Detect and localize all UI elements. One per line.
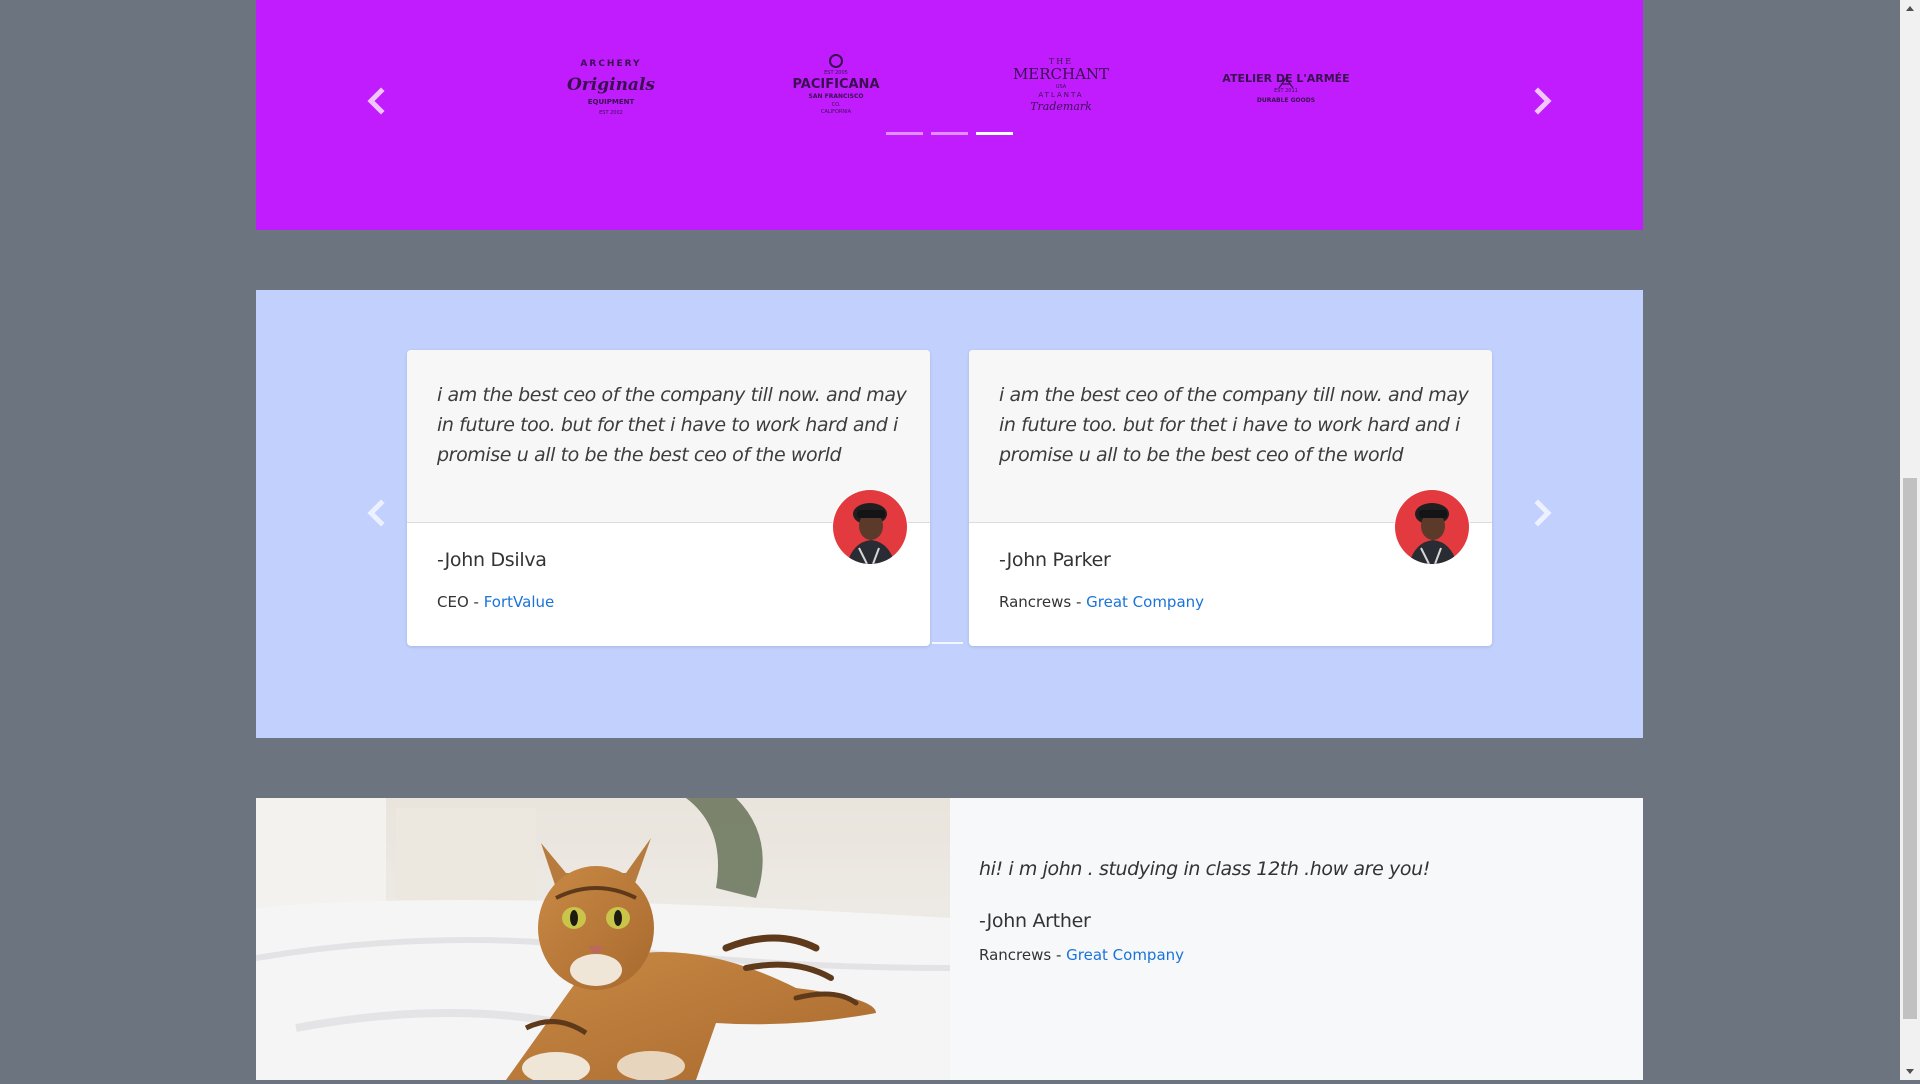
feature-author-name: -John Arther [979, 910, 1091, 932]
logo-carousel-prev-button[interactable] [357, 81, 397, 121]
logo-atelier-de-larmee[interactable]: ATELIER DE L'ARMÉE EST 2011 DURABLE GOOD… [1221, 52, 1351, 122]
chevron-left-icon [367, 87, 385, 115]
archery-originals-logo: ARCHERY Originals EQUIPMENT EST 2002 [567, 59, 655, 116]
company-link[interactable]: Great Company [1066, 946, 1184, 964]
testimonial-author-role: CEO - FortValue [437, 593, 554, 611]
testimonial-prev-button[interactable] [357, 493, 397, 533]
logo-text: EST 2011 [1274, 88, 1298, 94]
logo-text: USA [1056, 84, 1067, 90]
avatar [832, 489, 908, 565]
logo-archery-originals[interactable]: ARCHERY Originals EQUIPMENT EST 2002 [546, 52, 676, 122]
logo-text: Originals [567, 75, 655, 95]
chevron-right-icon [1534, 499, 1552, 527]
carousel-indicator-2[interactable] [931, 132, 968, 135]
person-avatar-icon [833, 490, 907, 564]
logo-text: ATLANTA [1038, 91, 1083, 99]
role-text: Rancrews [979, 946, 1052, 964]
testimonial-card: i am the best ceo of the company till no… [969, 350, 1492, 646]
logo-text: PACIFICANA [792, 77, 879, 92]
logo-text: EST 2005 [824, 70, 848, 76]
logo-text: EQUIPMENT [588, 98, 635, 106]
testimonial-author-role: Rancrews - Great Company [999, 593, 1204, 611]
logo-text: Trademark [1030, 100, 1092, 113]
the-merchant-logo: THE MERCHANT USA ATLANTA Trademark [1013, 57, 1109, 113]
carousel-indicator-1[interactable] [886, 132, 923, 135]
role-text: CEO [437, 593, 469, 611]
logo-text: ARCHERY [580, 59, 641, 69]
testimonial-next-button[interactable] [1522, 493, 1562, 533]
logo-text: DURABLE GOODS [1257, 97, 1315, 104]
scroll-up-arrow[interactable] [1900, 0, 1920, 17]
scroll-down-arrow[interactable] [1900, 1063, 1920, 1080]
chevron-right-icon [1534, 87, 1552, 115]
testimonial-quote: i am the best ceo of the company till no… [999, 384, 1469, 466]
person-avatar-icon [1395, 490, 1469, 564]
carousel-indicator[interactable] [932, 642, 963, 644]
feature-author-role: Rancrews - Great Company [979, 946, 1430, 964]
logo-text: EST 2002 [599, 110, 623, 116]
feature-quote: hi! i m john . studying in class 12th .h… [979, 858, 1430, 880]
feature-testimonial-text: hi! i m john . studying in class 12th .h… [979, 858, 1430, 964]
role-separator: - [468, 593, 484, 611]
role-text: Rancrews [999, 593, 1072, 611]
testimonial-author-name: -John Dsilva [437, 549, 547, 571]
carousel-indicator-3[interactable] [976, 132, 1013, 135]
logo-carousel-section: ARCHERY Originals EQUIPMENT EST 2002 EST… [256, 0, 1643, 230]
logo-text: SAN FRANCISCO [809, 93, 864, 100]
testimonial-card: i am the best ceo of the company till no… [407, 350, 930, 646]
cat-image [256, 798, 950, 1080]
feature-testimonial-section: hi! i m john . studying in class 12th .h… [256, 798, 1643, 1080]
role-separator: - [1071, 593, 1087, 611]
avatar [1394, 489, 1470, 565]
caret-down-icon [1906, 1069, 1914, 1074]
testimonial-carousel-section: i am the best ceo of the company till no… [256, 290, 1643, 738]
vertical-scrollbar[interactable] [1900, 0, 1920, 1080]
company-link[interactable]: Great Company [1086, 593, 1204, 611]
chevron-left-icon [367, 499, 385, 527]
logo-pacificana[interactable]: EST 2005 PACIFICANA SAN FRANCISCO CO. CA… [771, 52, 901, 122]
testimonial-quote: i am the best ceo of the company till no… [437, 384, 907, 466]
logo-text: MERCHANT [1013, 65, 1109, 83]
cat-photo [256, 798, 950, 1080]
scrollbar-thumb[interactable] [1903, 478, 1917, 1019]
logo-text: CO. [832, 102, 841, 108]
logo-the-merchant[interactable]: THE MERCHANT USA ATLANTA Trademark [996, 52, 1126, 122]
pacificana-logo: EST 2005 PACIFICANA SAN FRANCISCO CO. CA… [792, 54, 880, 115]
testimonial-author-name: -John Parker [999, 549, 1111, 571]
logo-text: CALIFORNIA [821, 109, 852, 115]
carousel-indicators [886, 132, 1013, 136]
caret-up-icon [1906, 6, 1914, 11]
logo-carousel-next-button[interactable] [1522, 81, 1562, 121]
company-link[interactable]: FortValue [484, 593, 555, 611]
role-separator: - [1051, 946, 1067, 964]
atelier-de-larmee-logo: ATELIER DE L'ARMÉE EST 2011 DURABLE GOOD… [1222, 72, 1349, 104]
